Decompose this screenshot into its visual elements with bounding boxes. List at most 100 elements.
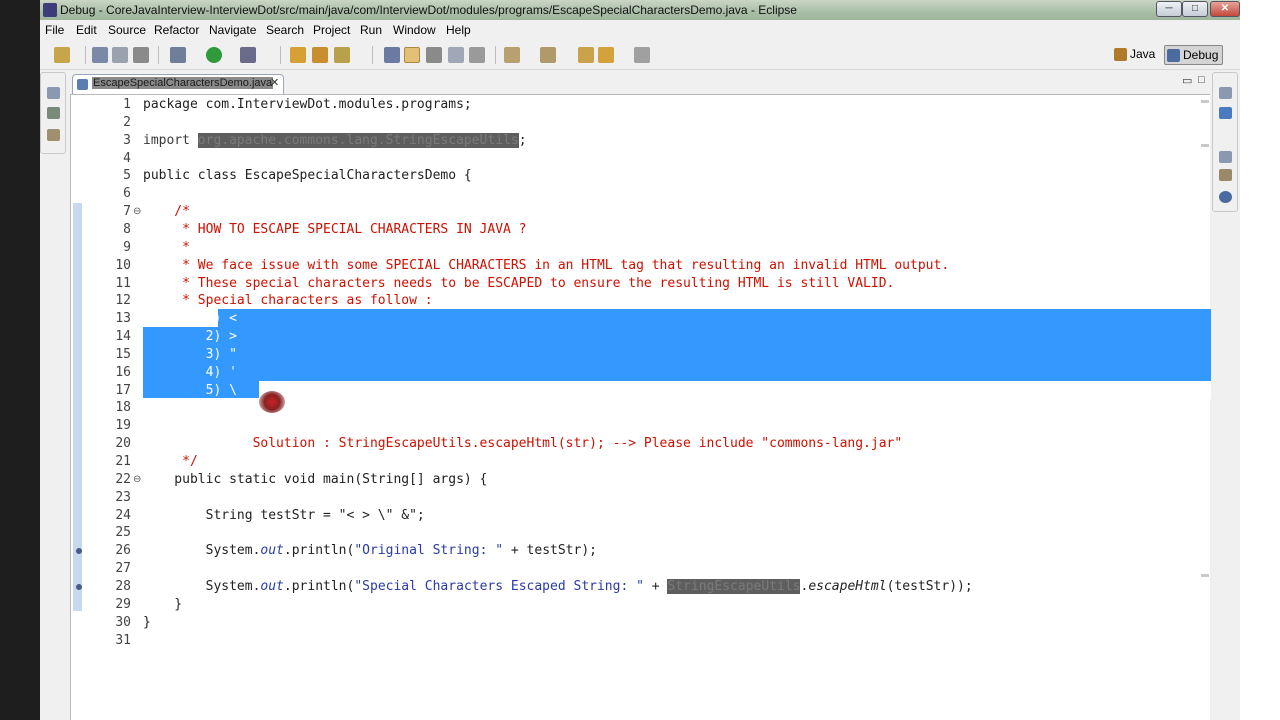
overview-mark[interactable] [1201,144,1209,147]
code-line[interactable]: 23 [83,489,1211,507]
minimize-button[interactable]: ─ [1156,1,1182,17]
code-line[interactable]: 6 [83,185,1211,203]
code-line[interactable]: 24 String testStr = "< > \" &"; [83,507,1211,525]
code-line[interactable]: 29 } [83,596,1211,614]
code-line[interactable]: 12 * Special characters as follow : [83,292,1211,310]
code-line[interactable]: 10 * We face issue with some SPECIAL CHA… [83,257,1211,275]
menu-project[interactable]: Project [313,23,350,37]
code-line[interactable]: 21 */ [83,453,1211,471]
code-token: * We face issue with some SPECIAL CHARAC… [143,257,950,273]
code-line[interactable]: 18 6) & [83,399,1211,417]
line-number: 16 [115,364,131,380]
code-line[interactable]: 3 import org.apache.commons.lang.StringEs… [83,132,1211,150]
menu-edit[interactable]: Edit [76,23,97,37]
restore-icon[interactable] [47,87,60,99]
debug-perspective-button[interactable]: Debug [1164,45,1224,65]
line-number: 3 [123,132,131,148]
menu-run[interactable]: Run [360,23,382,37]
forward-arrow-icon[interactable] [634,47,650,63]
menu-window[interactable]: Window [393,23,436,37]
editor-tab[interactable]: EscapeSpecialCharactersDemo.java ✕ [72,74,284,94]
video-left-border [0,0,40,720]
package-explorer-icon[interactable] [47,129,60,141]
line-number: 1 [123,97,131,112]
show-whitespace-icon[interactable] [448,47,464,63]
external-tools-icon[interactable] [240,47,256,63]
code-line[interactable]: 31 [83,632,1211,650]
mark-occurrences-icon[interactable] [404,47,420,63]
breakpoints-icon[interactable] [1219,191,1232,203]
code-editor[interactable]: 1 package com.InterviewDot.modules.progra… [70,94,1211,720]
menu-navigate[interactable]: Navigate [209,23,256,37]
code-line[interactable]: 7 ⊖ /* [83,203,1211,221]
variables-icon[interactable] [1219,169,1232,181]
menu-source[interactable]: Source [108,23,146,37]
code-line[interactable]: 30} [83,614,1211,632]
pilcrow-icon[interactable] [469,47,485,63]
code-line[interactable]: 4 [83,150,1211,168]
code-line[interactable]: 11 * These special characters needs to b… [83,275,1211,293]
overview-mark[interactable] [1201,100,1209,103]
code-line[interactable]: 22 ⊖ public static void main(String[] arg… [83,471,1211,489]
back-arrow-icon[interactable] [598,47,614,63]
code-line[interactable]: 15 3) " [83,346,1211,364]
line-number: 14 [115,329,131,345]
code-token: Solution : StringEscapeUtils.escapeHtml(… [143,436,903,452]
restore-icon[interactable] [1219,87,1232,99]
code-line[interactable]: 16 4) ' [83,364,1211,382]
menu-search[interactable]: Search [266,23,304,37]
last-edit-location-icon[interactable] [578,47,594,63]
code-line[interactable]: 20 Solution : StringEscapeUtils.escapeHt… [83,435,1211,453]
next-annotation-icon[interactable] [504,47,520,63]
breakpoint-icon[interactable] [76,583,82,590]
code-text: 4) ' [143,364,237,382]
block-selection-icon[interactable] [426,47,442,63]
code-line[interactable]: 14 2) > [83,328,1211,346]
toolbar-separator [372,46,373,64]
debug-view-icon[interactable] [47,107,60,119]
print-icon[interactable] [133,47,149,63]
debug-icon[interactable] [170,47,186,63]
code-token: * [143,239,190,255]
code-line[interactable]: 27 [83,560,1211,578]
new-icon[interactable] [54,47,70,63]
menu-help[interactable]: Help [446,23,471,37]
restore-icon[interactable] [1219,151,1232,163]
code-line[interactable]: 17 5) \ [83,382,1211,400]
code-text: System.out.println("Special Characters E… [143,578,973,596]
mouse-cursor-highlight [259,391,285,413]
fold-toggle-icon[interactable]: ⊖ [133,203,141,221]
search-icon[interactable] [334,47,350,63]
maximize-button[interactable]: □ [1182,1,1208,17]
menu-refactor[interactable]: Refactor [154,23,199,37]
code-line[interactable]: 9 * [83,239,1211,257]
toggle-breadcrumb-icon[interactable] [384,47,400,63]
code-line[interactable]: 5 public class EscapeSpecialCharactersDem… [83,167,1211,185]
outline-icon[interactable] [1219,107,1232,119]
code-line[interactable]: 8 * HOW TO ESCAPE SPECIAL CHARACTERS IN … [83,221,1211,239]
overview-mark[interactable] [1201,574,1209,577]
java-perspective-button[interactable]: Java [1112,45,1159,65]
overview-ruler[interactable] [1200,96,1210,616]
minimize-icon[interactable]: ▭ [1182,74,1192,87]
window-title: Debug - CoreJavaInterview-InterviewDot/s… [60,3,797,17]
previous-annotation-icon[interactable] [540,47,556,63]
open-resource-icon[interactable] [312,47,328,63]
code-line[interactable]: 28 System.out.println("Special Character… [76,578,1211,596]
save-all-icon[interactable] [112,47,128,63]
code-line[interactable]: 2 [83,114,1211,132]
close-icon[interactable]: ✕ [270,76,279,89]
code-line[interactable]: 26 System.out.println("Original String: … [76,542,1211,560]
menu-file[interactable]: File [45,23,64,37]
code-line[interactable]: 19 [83,417,1211,435]
maximize-icon[interactable]: □ [1198,74,1205,86]
open-type-icon[interactable] [290,47,306,63]
code-line[interactable]: 25 [83,524,1211,542]
code-line[interactable]: 13 1) < [83,310,1211,328]
save-icon[interactable] [92,47,108,63]
code-text: public class EscapeSpecialCharactersDemo… [143,167,472,185]
run-icon[interactable] [206,47,222,63]
code-line[interactable]: 1 package com.InterviewDot.modules.progra… [83,96,1211,114]
fold-toggle-icon[interactable]: ⊖ [133,471,141,489]
close-button[interactable]: ✕ [1210,1,1240,17]
